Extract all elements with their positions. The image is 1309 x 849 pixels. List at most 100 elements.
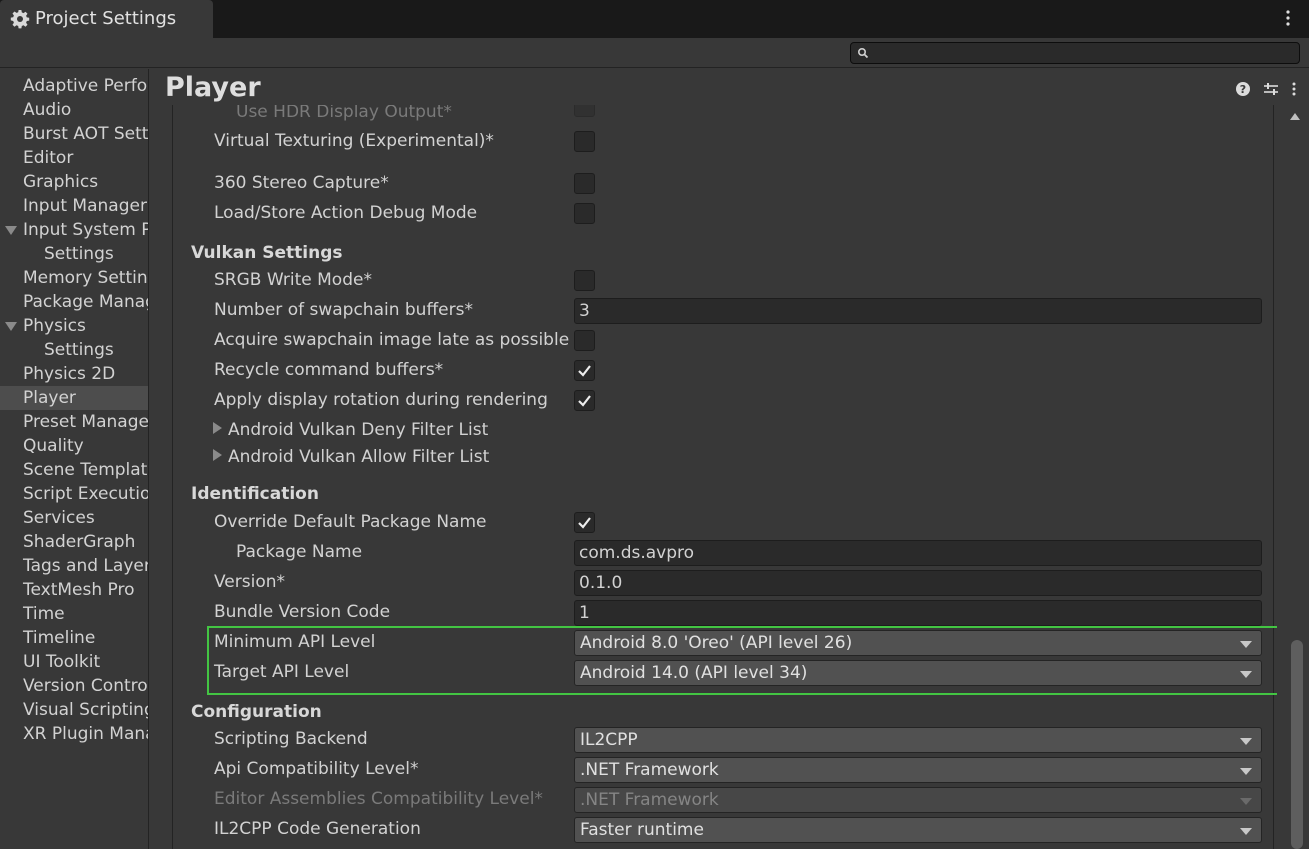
deny-filter-label: Android Vulkan Deny Filter List bbox=[228, 420, 489, 440]
dropdown-arrow-icon bbox=[1240, 828, 1252, 835]
sidebar-item-audio[interactable]: Audio bbox=[0, 98, 148, 122]
section-vulkan-settings: Vulkan Settings bbox=[191, 243, 343, 263]
sidebar-item-ui-toolkit[interactable]: UI Toolkit bbox=[0, 650, 148, 674]
vertical-scrollbar[interactable] bbox=[1277, 105, 1309, 849]
sidebar-item-label: Visual Scripting bbox=[23, 700, 149, 720]
sidebar-item-label: Editor bbox=[23, 148, 74, 168]
row-hdr-display: Use HDR Display Output* bbox=[173, 105, 1273, 128]
acquire-late-checkbox[interactable] bbox=[574, 330, 595, 351]
il2cpp-codegen-dropdown[interactable]: Faster runtime bbox=[574, 817, 1262, 843]
sidebar-item-label: Services bbox=[23, 508, 95, 528]
sidebar-item-input-system-package[interactable]: Input System Package bbox=[0, 218, 148, 242]
foldout-arrow-icon[interactable] bbox=[5, 322, 17, 331]
sidebar-item-time[interactable]: Time bbox=[0, 602, 148, 626]
row-acquire-late: Acquire swapchain image late as possible… bbox=[173, 326, 1273, 356]
sidebar-item-label: Time bbox=[23, 604, 65, 624]
api-compat-label: Api Compatibility Level* bbox=[214, 759, 419, 779]
window-menu-icon[interactable] bbox=[1285, 8, 1291, 28]
sidebar-item-label: TextMesh Pro bbox=[23, 580, 135, 600]
sidebar-item-label: Timeline bbox=[23, 628, 96, 648]
sidebar-item-version-control[interactable]: Version Control bbox=[0, 674, 149, 698]
srgb-write-label: SRGB Write Mode* bbox=[214, 270, 372, 290]
package-name-field[interactable]: com.ds.avpro bbox=[574, 540, 1262, 566]
sidebar-item-quality[interactable]: Quality bbox=[0, 434, 148, 458]
sidebar-item-physics[interactable]: Physics bbox=[0, 314, 148, 338]
override-package-checkbox[interactable] bbox=[574, 512, 595, 533]
sidebar-item-input-manager[interactable]: Input Manager bbox=[0, 194, 148, 218]
scripting-backend-dropdown[interactable]: IL2CPP bbox=[574, 727, 1262, 753]
api-compat-dropdown[interactable]: .NET Framework bbox=[574, 757, 1262, 783]
checkmark-icon bbox=[578, 517, 591, 529]
sidebar-item-label: XR Plugin Management bbox=[23, 724, 148, 744]
preset-icon[interactable] bbox=[1263, 81, 1279, 97]
sidebar-item-label: Physics 2D bbox=[23, 364, 116, 384]
sidebar-item-preset-manager[interactable]: Preset Manager bbox=[0, 410, 148, 434]
virtual-texturing-checkbox[interactable] bbox=[574, 131, 595, 152]
checkmark-icon bbox=[578, 365, 591, 377]
il2cpp-codegen-label: IL2CPP Code Generation bbox=[214, 819, 421, 839]
allow-filter-foldout[interactable]: Android Vulkan Allow Filter List bbox=[213, 447, 489, 467]
sidebar-item-label: Input Manager bbox=[23, 196, 147, 216]
load-store-debug-label: Load/Store Action Debug Mode bbox=[214, 203, 478, 223]
sidebar-item-services[interactable]: Services bbox=[0, 506, 148, 530]
sidebar-item-visual-scripting[interactable]: Visual Scripting bbox=[0, 698, 149, 722]
editor-assemblies-label: Editor Assemblies Compatibility Level* bbox=[214, 789, 543, 809]
api-level-highlight bbox=[207, 626, 1281, 695]
swapchain-field[interactable]: 3 bbox=[574, 298, 1262, 324]
sidebar-item-label: Adaptive Performance bbox=[23, 76, 148, 96]
search-input[interactable] bbox=[850, 42, 1300, 64]
load-store-debug-checkbox[interactable] bbox=[574, 203, 595, 224]
sidebar-item-graphics[interactable]: Graphics bbox=[0, 170, 148, 194]
virtual-texturing-label: Virtual Texturing (Experimental)* bbox=[214, 131, 494, 151]
sidebar-item-settings-child[interactable]: Settings bbox=[0, 242, 148, 266]
scroll-up-arrow-icon[interactable] bbox=[1290, 113, 1300, 120]
search-row bbox=[0, 38, 1309, 68]
sidebar-item-xr-plugin-management[interactable]: XR Plugin Management bbox=[0, 722, 148, 746]
sidebar-item-label: Package Manager bbox=[23, 292, 148, 312]
row-stereo-capture: 360 Stereo Capture* bbox=[173, 169, 1273, 199]
sidebar-item-tags-and-layers[interactable]: Tags and Layers bbox=[0, 554, 148, 578]
package-name-label: Package Name bbox=[236, 542, 363, 562]
section-identification: Identification bbox=[191, 484, 319, 504]
more-options-icon[interactable] bbox=[1291, 81, 1297, 97]
override-package-label: Override Default Package Name bbox=[214, 512, 487, 532]
sidebar-item-label: Settings bbox=[44, 340, 114, 360]
help-icon[interactable]: ? bbox=[1235, 81, 1251, 97]
display-rotation-checkbox[interactable] bbox=[574, 390, 595, 411]
sidebar-item-timeline[interactable]: Timeline bbox=[0, 626, 148, 650]
bundle-version-field[interactable]: 1 bbox=[574, 600, 1262, 626]
sidebar-item-package-manager[interactable]: Package Manager bbox=[0, 290, 148, 314]
row-virtual-texturing: Virtual Texturing (Experimental)* bbox=[173, 127, 1273, 157]
scrollbar-thumb[interactable] bbox=[1291, 640, 1303, 849]
editor-assemblies-dropdown: .NET Framework bbox=[574, 787, 1262, 813]
sidebar-item-script-execution-order[interactable]: Script Execution Order bbox=[0, 482, 148, 506]
stereo-capture-checkbox[interactable] bbox=[574, 173, 595, 194]
srgb-write-checkbox[interactable] bbox=[574, 270, 595, 291]
project-settings-tab[interactable]: Project Settings bbox=[0, 0, 213, 38]
row-version: Version* 0.1.0 bbox=[173, 568, 1273, 598]
sidebar-item-burst-aot-settings[interactable]: Burst AOT Settings bbox=[0, 122, 148, 146]
sidebar-item-label: Input System Package bbox=[23, 220, 148, 240]
foldout-arrow-icon bbox=[213, 449, 222, 461]
row-il2cpp-codegen: IL2CPP Code Generation Faster runtime bbox=[173, 815, 1273, 845]
sidebar-item-editor[interactable]: Editor bbox=[0, 146, 148, 170]
sidebar-item-label: Audio bbox=[23, 100, 72, 120]
version-label: Version* bbox=[214, 572, 286, 592]
sidebar-item-textmesh-pro[interactable]: TextMesh Pro bbox=[0, 578, 148, 602]
sidebar-item-player[interactable]: Player bbox=[0, 386, 148, 410]
row-package-name: Package Name com.ds.avpro bbox=[173, 538, 1273, 568]
sidebar-item-physics-2d[interactable]: Physics 2D bbox=[0, 362, 148, 386]
sidebar-item-label: UI Toolkit bbox=[23, 652, 101, 672]
sidebar-item-label: Version Control bbox=[23, 676, 149, 696]
sidebar-item-scene-template[interactable]: Scene Template bbox=[0, 458, 148, 482]
sidebar-item-adaptive-performance[interactable]: Adaptive Performance bbox=[0, 74, 148, 98]
sidebar-item-settings-child[interactable]: Settings bbox=[0, 338, 148, 362]
hdr-display-checkbox[interactable] bbox=[574, 105, 595, 117]
sidebar-item-memory-settings[interactable]: Memory Settings bbox=[0, 266, 148, 290]
version-field[interactable]: 0.1.0 bbox=[574, 570, 1262, 596]
sidebar-item-shadergraph[interactable]: ShaderGraph bbox=[0, 530, 148, 554]
player-settings-panel: Player ? Use HDR Display Output* Virtual… bbox=[150, 69, 1309, 849]
recycle-buffers-checkbox[interactable] bbox=[574, 360, 595, 381]
deny-filter-foldout[interactable]: Android Vulkan Deny Filter List bbox=[213, 420, 488, 440]
foldout-arrow-icon[interactable] bbox=[5, 226, 17, 235]
